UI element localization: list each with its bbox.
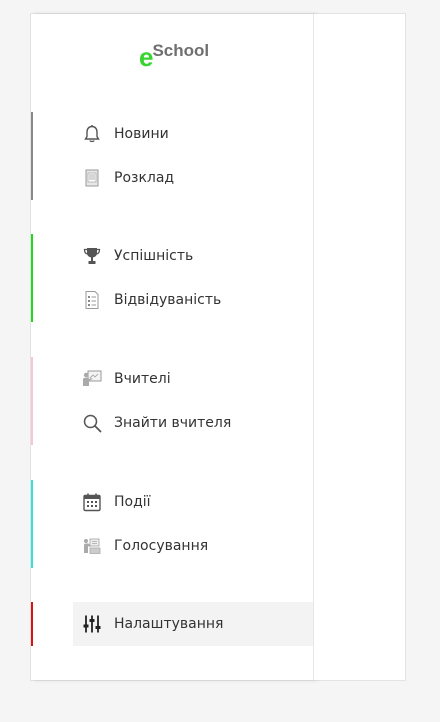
trophy-icon — [81, 245, 103, 267]
sidebar-item-events[interactable]: Події — [73, 480, 313, 524]
sliders-icon — [81, 613, 103, 635]
bell-icon — [81, 123, 103, 145]
sidebar-item-attendance[interactable]: Відвідуваність — [73, 278, 313, 322]
voting-icon — [81, 535, 103, 557]
sidebar-item-label: Налаштування — [114, 616, 224, 632]
app-window: e School Новини Розклад Успішність Відві… — [30, 13, 406, 681]
sidebar-item-label: Розклад — [114, 170, 175, 186]
brand-name: School — [152, 41, 210, 60]
group-color-bar — [31, 480, 33, 568]
sidebar-item-news[interactable]: Новини — [73, 112, 313, 156]
attendance-sheet-icon — [81, 289, 103, 311]
search-icon — [81, 412, 103, 434]
sidebar-item-label: Вчителі — [114, 371, 171, 387]
schedule-sheet-icon — [81, 167, 103, 189]
sidebar: e School Новини Розклад Успішність Відві… — [31, 14, 314, 680]
sidebar-item-teachers[interactable]: Вчителі — [73, 357, 313, 401]
calendar-icon — [81, 491, 103, 513]
sidebar-item-schedule[interactable]: Розклад — [73, 156, 313, 200]
sidebar-item-label: Новини — [114, 126, 169, 142]
sidebar-item-performance[interactable]: Успішність — [73, 234, 313, 278]
group-color-bar — [31, 234, 33, 322]
sidebar-item-label: Голосування — [114, 538, 209, 554]
sidebar-item-settings[interactable]: Налаштування — [73, 602, 313, 646]
sidebar-item-label: Події — [114, 494, 151, 510]
sidebar-item-find-teacher[interactable]: Знайти вчителя — [73, 401, 313, 445]
teacher-board-icon — [81, 368, 103, 390]
brand-prefix: e — [139, 42, 154, 72]
sidebar-item-voting[interactable]: Голосування — [73, 524, 313, 568]
main-content-area — [314, 14, 405, 680]
group-color-bar — [31, 357, 33, 445]
brand-logo[interactable]: e School — [139, 30, 210, 70]
group-color-bar — [31, 602, 33, 646]
sidebar-item-label: Знайти вчителя — [114, 415, 232, 431]
sidebar-item-label: Відвідуваність — [114, 292, 222, 308]
sidebar-item-label: Успішність — [114, 248, 194, 264]
group-color-bar — [31, 112, 33, 200]
